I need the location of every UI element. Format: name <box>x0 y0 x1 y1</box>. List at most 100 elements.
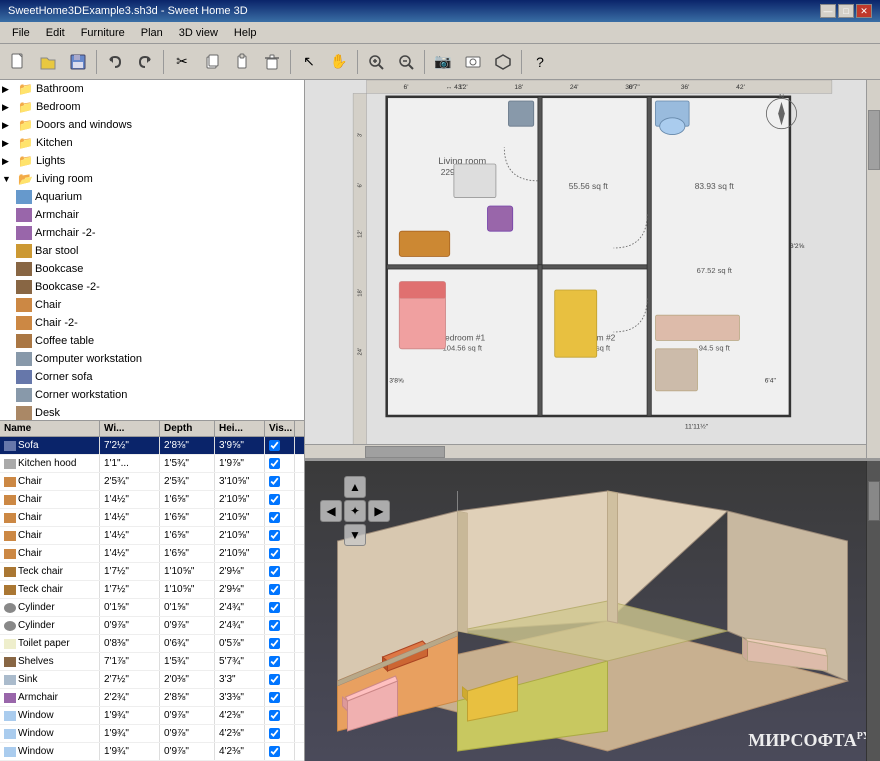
tree-item-aquarium[interactable]: Aquarium <box>0 188 304 206</box>
minimize-button[interactable]: — <box>820 4 836 18</box>
3dview-vscroll-thumb[interactable] <box>868 481 880 521</box>
zoomin-button[interactable] <box>362 48 390 76</box>
menu-plan[interactable]: Plan <box>133 25 171 41</box>
tree-item-corner-workstation[interactable]: Corner workstation <box>0 386 304 404</box>
undo-button[interactable] <box>101 48 129 76</box>
redo-button[interactable] <box>131 48 159 76</box>
menu-file[interactable]: File <box>4 25 38 41</box>
prop-visible-armchair[interactable] <box>265 689 295 706</box>
prop-row-teck-chair-2[interactable]: Teck chair 1'7½" 1'10⅝" 2'9⅛" <box>0 581 304 599</box>
select-button[interactable]: ↖ <box>295 48 323 76</box>
prop-visible-teck-chair-1[interactable] <box>265 563 295 580</box>
tree-label-corner-sofa: Corner sofa <box>35 371 92 383</box>
menu-3dview[interactable]: 3D view <box>171 25 226 41</box>
open-button[interactable] <box>34 48 62 76</box>
cut-button[interactable]: ✂ <box>168 48 196 76</box>
prop-row-sink[interactable]: Sink 2'7½" 2'0⅜" 3'3" <box>0 671 304 689</box>
maximize-button[interactable]: □ <box>838 4 854 18</box>
3d-view[interactable]: ▲ ◀ ✦ ▶ ▼ МИРСОФТАРУ <box>305 461 880 761</box>
prop-row-window-2[interactable]: Window 1'9¾" 0'9⅞" 4'2⅜" <box>0 725 304 743</box>
nav-center-button[interactable]: ✦ <box>344 500 366 522</box>
prop-row-chair-3[interactable]: Chair 1'4½" 1'6⅝" 2'10⅝" <box>0 509 304 527</box>
new-button[interactable] <box>4 48 32 76</box>
nav-right-button[interactable]: ▶ <box>368 500 390 522</box>
nav-down-button[interactable]: ▼ <box>344 524 366 546</box>
prop-row-toilet-paper[interactable]: Toilet paper 0'8⅜" 0'6¾" 0'5⅞" <box>0 635 304 653</box>
tree-item-barstool[interactable]: Bar stool <box>0 242 304 260</box>
3dview-button[interactable] <box>489 48 517 76</box>
prop-visible-sink[interactable] <box>265 671 295 688</box>
prop-row-chair-5[interactable]: Chair 1'4½" 1'6⅝" 2'10⅝" <box>0 545 304 563</box>
expand-icon: ▶ <box>2 156 18 167</box>
menu-edit[interactable]: Edit <box>38 25 73 41</box>
prop-visible-chair-5[interactable] <box>265 545 295 562</box>
3dview-vscroll[interactable] <box>866 461 880 761</box>
prop-visible-teck-chair-2[interactable] <box>265 581 295 598</box>
tree-item-computer-workstation[interactable]: Computer workstation <box>0 350 304 368</box>
prop-visible-shelves[interactable] <box>265 653 295 670</box>
prop-row-chair-4[interactable]: Chair 1'4½" 1'6⅝" 2'10⅝" <box>0 527 304 545</box>
prop-visible-chair-4[interactable] <box>265 527 295 544</box>
close-button[interactable]: ✕ <box>856 4 872 18</box>
tree-item-doors-windows[interactable]: ▶ 📁 Doors and windows <box>0 116 304 134</box>
zoomout-button[interactable] <box>392 48 420 76</box>
tree-item-chair[interactable]: Chair <box>0 296 304 314</box>
floorplan-vscroll-thumb[interactable] <box>868 110 880 170</box>
floor-plan[interactable]: 6' 12' 18' 24' 30' 36' 42' ↔ 43" 6'7" 3'… <box>305 80 880 461</box>
prop-row-chair-1[interactable]: Chair 2'5¾" 2'5¾" 3'10⅝" <box>0 473 304 491</box>
tree-item-desk[interactable]: Desk <box>0 404 304 421</box>
furniture-tree[interactable]: ▶ 📁 Bathroom ▶ 📁 Bedroom ▶ 📁 Doors and w… <box>0 80 304 421</box>
tree-item-chair2[interactable]: Chair -2- <box>0 314 304 332</box>
properties-table[interactable]: Name Wi... Depth Hei... Vis... Sofa 7'2½… <box>0 421 304 761</box>
prop-visible-window-3[interactable] <box>265 743 295 760</box>
tree-item-corner-sofa[interactable]: Corner sofa <box>0 368 304 386</box>
delete-button[interactable] <box>258 48 286 76</box>
prop-row-window-3[interactable]: Window 1'9¾" 0'9⅞" 4'2⅜" <box>0 743 304 761</box>
prop-visible-chair-3[interactable] <box>265 509 295 526</box>
prop-visible-window-1[interactable] <box>265 707 295 724</box>
copy-button[interactable] <box>198 48 226 76</box>
prop-row-chair-2[interactable]: Chair 1'4½" 1'6⅝" 2'10⅝" <box>0 491 304 509</box>
tree-item-bookcase[interactable]: Bookcase <box>0 260 304 278</box>
tree-item-bathroom[interactable]: ▶ 📁 Bathroom <box>0 80 304 98</box>
prop-row-teck-chair-1[interactable]: Teck chair 1'7½" 1'10⅝" 2'9⅛" <box>0 563 304 581</box>
prop-row-window-1[interactable]: Window 1'9¾" 0'9⅞" 4'2⅜" <box>0 707 304 725</box>
prop-height-chair-1: 3'10⅝" <box>215 473 265 490</box>
tree-item-coffee-table[interactable]: Coffee table <box>0 332 304 350</box>
prop-visible-kitchen-hood[interactable] <box>265 455 295 472</box>
camera-button[interactable]: 📷 <box>429 48 457 76</box>
tree-item-lights[interactable]: ▶ 📁 Lights <box>0 152 304 170</box>
prop-visible-window-2[interactable] <box>265 725 295 742</box>
floorplan-vscroll[interactable] <box>866 80 880 458</box>
floorplan-hscroll-thumb[interactable] <box>365 446 445 458</box>
prop-visible-cylinder-2[interactable] <box>265 617 295 634</box>
prop-row-kitchen-hood[interactable]: Kitchen hood 1'1"... 1'5¾" 1'9⅞" <box>0 455 304 473</box>
save-button[interactable] <box>64 48 92 76</box>
prop-visible-cylinder-1[interactable] <box>265 599 295 616</box>
tree-item-armchair2[interactable]: Armchair -2- <box>0 224 304 242</box>
prop-row-cylinder-2[interactable]: Cylinder 0'9⅞" 0'9⅞" 2'4¾" <box>0 617 304 635</box>
prop-row-sofa[interactable]: Sofa 7'2½" 2'8⅜" 3'9⅝" <box>0 437 304 455</box>
tree-item-bookcase2[interactable]: Bookcase -2- <box>0 278 304 296</box>
tree-item-kitchen[interactable]: ▶ 📁 Kitchen <box>0 134 304 152</box>
storedview-button[interactable] <box>459 48 487 76</box>
menu-furniture[interactable]: Furniture <box>73 25 133 41</box>
paste-button[interactable] <box>228 48 256 76</box>
floorplan-hscroll[interactable] <box>305 444 866 458</box>
nav-up-button[interactable]: ▲ <box>344 476 366 498</box>
tree-item-bedroom[interactable]: ▶ 📁 Bedroom <box>0 98 304 116</box>
prop-row-cylinder-1[interactable]: Cylinder 0'1⅝" 0'1⅝" 2'4¾" <box>0 599 304 617</box>
menu-help[interactable]: Help <box>226 25 265 41</box>
prop-visible-chair-2[interactable] <box>265 491 295 508</box>
nav-left-button[interactable]: ◀ <box>320 500 342 522</box>
pan-button[interactable]: ✋ <box>325 48 353 76</box>
help-button[interactable]: ? <box>526 48 554 76</box>
prop-visible-toilet-paper[interactable] <box>265 635 295 652</box>
prop-row-shelves[interactable]: Shelves 7'1⅞" 1'5¾" 5'7¾" <box>0 653 304 671</box>
prop-row-armchair[interactable]: Armchair 2'2¾" 2'8⅝" 3'3⅜" <box>0 689 304 707</box>
prop-visible-sofa[interactable] <box>265 437 295 454</box>
svg-text:3'2⅝: 3'2⅝ <box>790 243 805 250</box>
tree-item-living-room[interactable]: ▼ 📂 Living room <box>0 170 304 188</box>
prop-visible-chair-1[interactable] <box>265 473 295 490</box>
tree-item-armchair[interactable]: Armchair <box>0 206 304 224</box>
